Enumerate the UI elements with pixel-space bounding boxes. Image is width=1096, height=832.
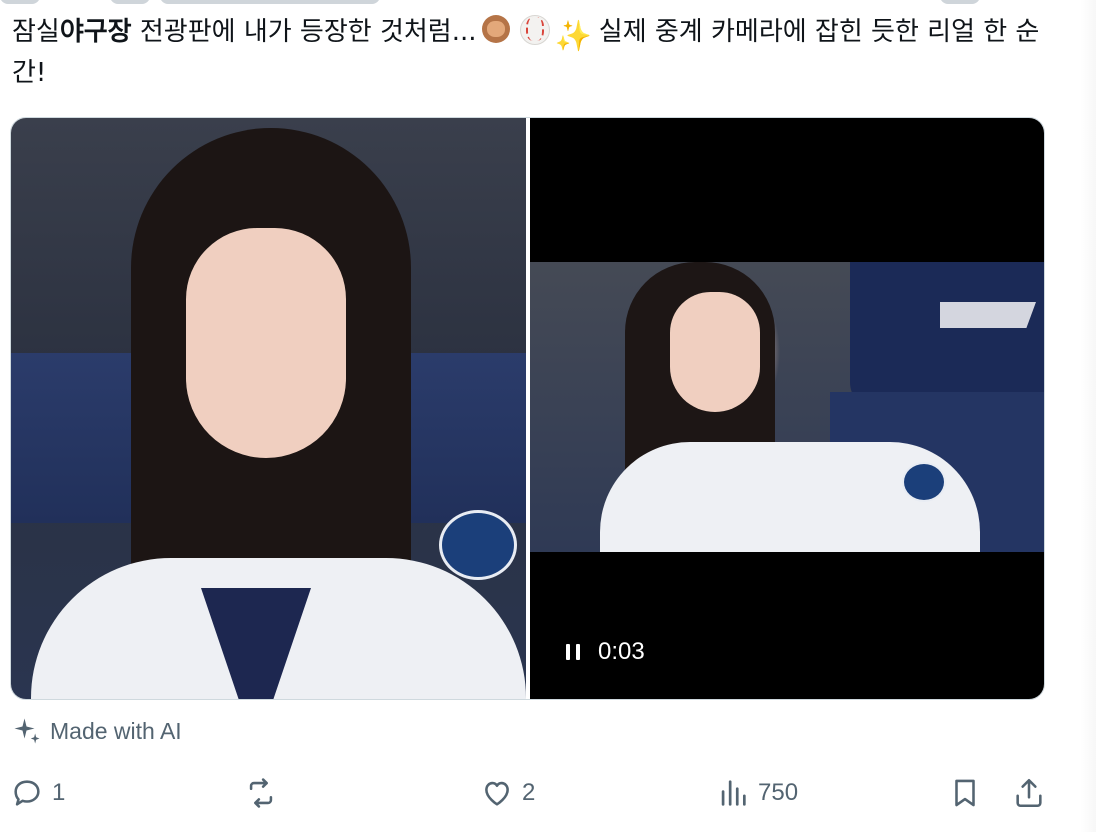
sleeve-patch <box>439 510 517 580</box>
ai-label[interactable]: Made with AI <box>12 716 182 746</box>
tweet-text-start: 잠실 <box>12 17 60 47</box>
bookmark-button[interactable] <box>948 776 982 810</box>
video-controls: 0:03 <box>566 638 645 666</box>
face-shape <box>186 228 346 458</box>
like-button[interactable]: 2 <box>480 776 535 810</box>
sparkles-icon: ✨ <box>554 19 592 54</box>
clipped-text-fragment <box>0 0 40 4</box>
clipped-header <box>0 0 1096 10</box>
share-button[interactable] <box>1012 776 1046 810</box>
like-icon <box>485 781 509 806</box>
clipped-text-fragment <box>110 0 150 4</box>
photo-left[interactable] <box>11 118 526 699</box>
like-count: 2 <box>522 779 536 806</box>
tweet-text-middle: 전광판에 내가 등장한 것처럼... <box>131 17 477 47</box>
clipped-text-fragment <box>160 0 380 4</box>
see-no-evil-monkey-icon <box>479 12 513 46</box>
scrollbar-track <box>1080 0 1096 832</box>
tweet-text: 잠실야구장 전광판에 내가 등장한 것처럼... ✨ 실제 중계 카메라에 잡힌 … <box>12 12 1052 92</box>
repost-button[interactable] <box>244 776 286 810</box>
bookmark-icon <box>955 779 975 807</box>
views-count: 750 <box>758 779 799 806</box>
sleeve-patch <box>902 462 946 502</box>
pause-icon[interactable] <box>566 644 580 660</box>
face-shape <box>670 292 760 412</box>
jersey-shape <box>31 558 526 699</box>
background-spectator <box>850 262 1044 412</box>
sparkle-icon <box>14 718 40 744</box>
video-player[interactable]: 0:03 <box>530 118 1044 699</box>
baseball-icon <box>517 12 551 46</box>
video-time: 0:03 <box>598 638 645 665</box>
video-frame <box>530 262 1044 552</box>
clipped-text-fragment <box>940 0 980 4</box>
repost-icon <box>249 778 273 808</box>
reply-button[interactable]: 1 <box>10 776 65 810</box>
tweet-text-bold: 야구장 <box>59 17 132 47</box>
reply-count: 1 <box>52 779 66 806</box>
views-button[interactable]: 750 <box>716 776 798 810</box>
action-bar: 1 2 750 <box>0 770 1096 820</box>
views-icon <box>721 780 746 806</box>
share-icon <box>1016 778 1042 808</box>
ai-label-text: Made with AI <box>50 717 182 744</box>
reply-icon <box>14 780 40 806</box>
media-container: 0:03 <box>10 117 1045 700</box>
